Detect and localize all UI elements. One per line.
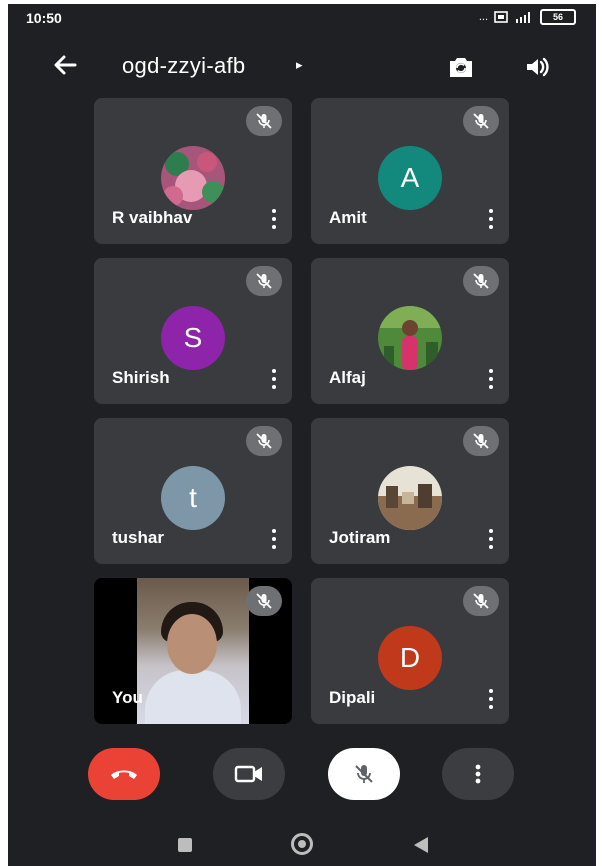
caret-right-icon[interactable]: ▸ — [296, 57, 303, 73]
mic-off-icon — [246, 426, 282, 456]
avatar: S — [161, 306, 225, 370]
participant-tile[interactable]: t tushar — [94, 418, 292, 564]
more-vertical-icon[interactable] — [266, 208, 282, 230]
nav-back-icon[interactable] — [414, 837, 428, 853]
mic-off-icon — [463, 586, 499, 616]
more-options-button[interactable] — [442, 748, 514, 800]
home-icon[interactable] — [291, 833, 313, 855]
participant-name: Shirish — [112, 368, 170, 387]
status-icons: ... 56 — [479, 9, 576, 25]
more-vertical-icon[interactable] — [483, 368, 499, 390]
signal-icon — [516, 12, 530, 23]
participant-name: Dipali — [329, 688, 376, 707]
system-nav-bar — [8, 824, 596, 866]
avatar — [161, 146, 225, 210]
more-vertical-icon[interactable] — [483, 688, 499, 710]
avatar: D — [378, 626, 442, 690]
mic-off-icon — [463, 426, 499, 456]
participant-tile[interactable]: Jotiram — [311, 418, 509, 564]
more-vertical-icon — [475, 764, 481, 784]
status-bar: 10:50 ... 56 — [8, 4, 596, 32]
self-video — [137, 578, 249, 724]
more-vertical-icon[interactable] — [266, 368, 282, 390]
mic-off-icon — [246, 586, 282, 616]
avatar: A — [378, 146, 442, 210]
switch-camera-icon[interactable] — [444, 50, 478, 84]
speaker-icon[interactable] — [520, 50, 554, 84]
top-bar: ogd-zzyi-afb ▸ — [8, 44, 596, 92]
arrow-left-icon[interactable] — [48, 48, 82, 82]
participant-name: Amit — [329, 208, 367, 227]
self-video-tile[interactable]: You — [94, 578, 292, 724]
participant-name: Alfaj — [329, 368, 366, 387]
avatar — [378, 466, 442, 530]
status-time: 10:50 — [26, 10, 62, 26]
video-camera-icon — [234, 765, 262, 783]
meet-call-screen: 10:50 ... 56 ogd-zzyi-afb ▸ R vaibhav A … — [8, 4, 596, 866]
mic-off-icon — [463, 106, 499, 136]
mic-off-icon — [463, 266, 499, 296]
call-controls — [8, 748, 596, 808]
mic-off-icon — [246, 266, 282, 296]
mic-off-icon — [246, 106, 282, 136]
screen-icon — [494, 11, 508, 23]
recents-icon[interactable] — [178, 838, 192, 852]
avatar — [378, 306, 442, 370]
participant-tile[interactable]: R vaibhav — [94, 98, 292, 244]
participant-name: Jotiram — [329, 528, 391, 547]
more-vertical-icon[interactable] — [266, 528, 282, 550]
participant-tile[interactable]: A Amit — [311, 98, 509, 244]
meeting-code[interactable]: ogd-zzyi-afb — [122, 53, 245, 79]
avatar: t — [161, 466, 225, 530]
mic-toggle-button[interactable] — [328, 748, 400, 800]
participant-tile[interactable]: D Dipali — [311, 578, 509, 724]
battery-icon: 56 — [540, 9, 576, 25]
more-vertical-icon[interactable] — [483, 208, 499, 230]
end-call-button[interactable] — [88, 748, 160, 800]
mic-off-icon — [355, 765, 373, 783]
participant-tile[interactable]: Alfaj — [311, 258, 509, 404]
participant-name: R vaibhav — [112, 208, 193, 227]
participant-tile[interactable]: S Shirish — [94, 258, 292, 404]
participant-name: You — [112, 688, 143, 707]
notification-dots-icon: ... — [478, 11, 488, 23]
more-vertical-icon[interactable] — [483, 528, 499, 550]
video-toggle-button[interactable] — [213, 748, 285, 800]
end-call-icon — [111, 770, 137, 779]
participant-name: tushar — [112, 528, 164, 547]
